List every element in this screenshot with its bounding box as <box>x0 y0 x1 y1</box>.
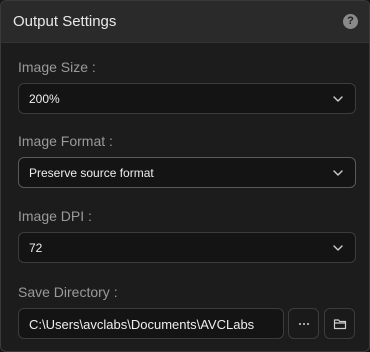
chevron-down-icon <box>333 245 343 251</box>
panel-title: Output Settings <box>13 13 117 30</box>
chevron-down-icon <box>333 96 343 102</box>
image-dpi-value: 72 <box>29 241 43 255</box>
panel-header: Output Settings ? <box>1 1 369 43</box>
chevron-down-icon <box>333 170 343 176</box>
image-format-label: Image Format : <box>18 133 113 149</box>
browse-button[interactable] <box>288 308 319 339</box>
image-size-label: Image Size : <box>18 59 96 75</box>
help-icon[interactable]: ? <box>343 14 358 29</box>
save-directory-label: Save Directory : <box>18 284 118 300</box>
save-directory-value: C:\Users\avclabs\Documents\AVCLabs <box>29 317 255 332</box>
more-icon <box>299 323 309 325</box>
folder-icon <box>333 319 347 330</box>
image-dpi-label: Image DPI : <box>18 208 92 224</box>
image-size-select[interactable]: 200% <box>18 83 356 114</box>
output-settings-panel: Output Settings ? Image Size : 200% Imag… <box>0 0 370 352</box>
image-dpi-select[interactable]: 72 <box>18 232 356 263</box>
open-folder-button[interactable] <box>324 308 355 339</box>
image-format-value: Preserve source format <box>29 166 154 180</box>
image-size-value: 200% <box>29 92 60 106</box>
image-format-select[interactable]: Preserve source format <box>18 157 356 188</box>
save-directory-input[interactable]: C:\Users\avclabs\Documents\AVCLabs <box>18 308 284 339</box>
